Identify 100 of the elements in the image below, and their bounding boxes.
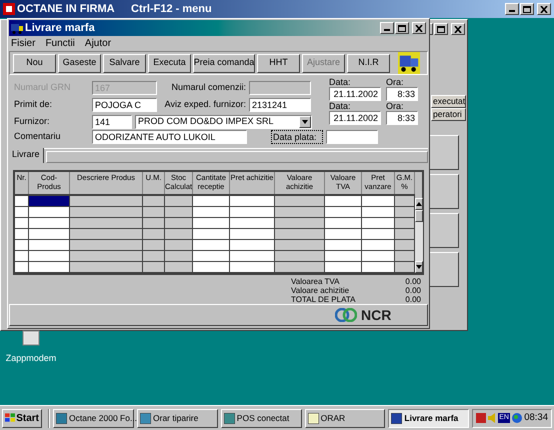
table-cell[interactable] — [70, 196, 143, 206]
table-cell[interactable] — [143, 251, 165, 261]
supplier-dropdown[interactable]: PROD COM DO&DO IMPEX SRL — [135, 115, 312, 129]
table-cell[interactable] — [275, 262, 325, 272]
table-cell[interactable] — [395, 240, 415, 250]
table-cell[interactable] — [325, 240, 362, 250]
table-cell[interactable] — [193, 196, 230, 206]
menu-item[interactable]: Functii — [45, 36, 75, 50]
table-cell[interactable] — [275, 240, 325, 250]
side-button[interactable]: peratori — [431, 108, 466, 121]
menu-item[interactable]: Ajutor — [84, 36, 112, 50]
table-cell[interactable] — [325, 251, 362, 261]
table-cell[interactable] — [325, 218, 362, 228]
table-cell[interactable] — [275, 218, 325, 228]
taskbar-button[interactable]: POS conectat — [220, 408, 302, 428]
table-cell[interactable] — [165, 240, 193, 250]
date-field[interactable]: 21.11.2002 — [329, 111, 381, 125]
table-cell[interactable] — [15, 251, 29, 261]
table-cell[interactable] — [230, 218, 275, 228]
table-cell[interactable] — [275, 196, 325, 206]
table-cell[interactable] — [165, 229, 193, 239]
table-cell[interactable] — [395, 262, 415, 272]
menu-item[interactable]: Fisier — [11, 36, 36, 50]
table-cell[interactable] — [395, 251, 415, 261]
table-cell[interactable] — [362, 207, 395, 217]
table-cell[interactable] — [15, 218, 29, 228]
toolbar-button[interactable]: Salvare — [103, 54, 146, 72]
table-cell[interactable] — [395, 207, 415, 217]
table-cell[interactable] — [70, 218, 143, 228]
table-cell[interactable] — [15, 229, 29, 239]
table-cell[interactable] — [15, 240, 29, 250]
minimize-button[interactable] — [505, 3, 519, 15]
table-cell[interactable] — [143, 207, 165, 217]
close-button[interactable] — [537, 3, 551, 15]
table-cell[interactable] — [29, 240, 70, 250]
side-button[interactable]: executat — [431, 95, 466, 108]
table-cell[interactable] — [165, 262, 193, 272]
order-number-field[interactable] — [249, 81, 311, 95]
received-by-field[interactable]: POJOGA C — [92, 98, 157, 112]
scroll-up-button[interactable] — [415, 198, 423, 210]
table-cell[interactable] — [165, 196, 193, 206]
date-field[interactable]: 21.11.2002 — [329, 87, 381, 101]
table-cell[interactable] — [362, 262, 395, 272]
table-cell[interactable] — [15, 196, 29, 206]
start-button[interactable]: Start — [2, 408, 42, 428]
minimize-button[interactable] — [380, 22, 394, 34]
desktop-icon-label[interactable]: Zappmodem — [6, 352, 56, 366]
table-cell[interactable] — [362, 196, 395, 206]
toolbar-button[interactable]: N.I.R — [347, 54, 390, 72]
table-cell[interactable] — [70, 207, 143, 217]
tab[interactable]: Livrare — [9, 148, 44, 163]
table-cell[interactable] — [275, 229, 325, 239]
table-cell[interactable] — [395, 218, 415, 228]
toolbar-button[interactable]: Executa — [148, 54, 191, 72]
table-cell[interactable] — [193, 229, 230, 239]
toolbar-button[interactable]: HHT — [257, 54, 300, 72]
toolbar-button[interactable]: Gaseste — [58, 54, 101, 72]
table-cell[interactable] — [362, 240, 395, 250]
delivery-note-field[interactable]: 2131241 — [249, 98, 311, 112]
table-cell[interactable] — [29, 196, 70, 206]
empty-button[interactable] — [429, 252, 459, 287]
maximize-button[interactable] — [520, 3, 534, 15]
table-cell[interactable] — [362, 218, 395, 228]
scroll-thumb[interactable] — [415, 210, 423, 222]
table-cell[interactable] — [230, 262, 275, 272]
taskbar-button[interactable]: ORAR — [304, 408, 386, 428]
table-cell[interactable] — [29, 229, 70, 239]
table-cell[interactable] — [143, 262, 165, 272]
table-cell[interactable] — [325, 196, 362, 206]
time-field[interactable]: 8:33 — [386, 87, 418, 101]
maximize-button[interactable] — [434, 23, 448, 35]
table-cell[interactable] — [29, 207, 70, 217]
table-cell[interactable] — [193, 218, 230, 228]
empty-button[interactable] — [429, 213, 459, 248]
table-cell[interactable] — [165, 207, 193, 217]
table-cell[interactable] — [70, 262, 143, 272]
scroll-down-button[interactable] — [415, 261, 423, 273]
taskbar-button[interactable]: Orar tiparire — [137, 408, 218, 428]
table-cell[interactable] — [143, 218, 165, 228]
table-cell[interactable] — [29, 251, 70, 261]
time-field[interactable]: 8:33 — [386, 111, 418, 125]
table-cell[interactable] — [230, 207, 275, 217]
empty-button[interactable] — [429, 135, 459, 170]
table-cell[interactable] — [193, 251, 230, 261]
table-cell[interactable] — [15, 207, 29, 217]
table-cell[interactable] — [70, 229, 143, 239]
table-cell[interactable] — [275, 207, 325, 217]
desktop-icon[interactable] — [22, 330, 40, 346]
payment-date-field[interactable] — [326, 130, 378, 144]
table-cell[interactable] — [325, 207, 362, 217]
table-cell[interactable] — [230, 251, 275, 261]
table-cell[interactable] — [193, 207, 230, 217]
table-cell[interactable] — [275, 251, 325, 261]
table-cell[interactable] — [143, 240, 165, 250]
table-cell[interactable] — [29, 262, 70, 272]
table-cell[interactable] — [325, 262, 362, 272]
table-cell[interactable] — [15, 262, 29, 272]
table-cell[interactable] — [230, 229, 275, 239]
table-cell[interactable] — [362, 251, 395, 261]
table-cell[interactable] — [165, 218, 193, 228]
